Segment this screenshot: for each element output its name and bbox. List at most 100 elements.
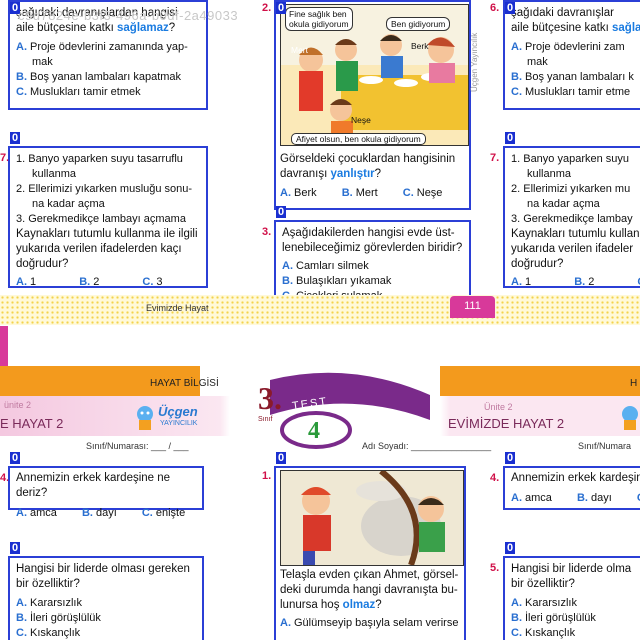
mascot-right xyxy=(616,402,640,437)
box-tag: 0 xyxy=(505,2,516,14)
question-line: Annemizin erkek kardeşine ne deriz? xyxy=(16,472,171,499)
publisher-sub: YAYINCILIK xyxy=(160,420,198,427)
box-tag: 0 xyxy=(10,452,21,464)
subject-right: H xyxy=(630,378,638,389)
title-center: EVİMİZDE HAYAT 2 xyxy=(448,416,565,431)
box-tag: 0 xyxy=(10,132,21,144)
option-row: A.amca B.dayı C. xyxy=(511,492,640,504)
publisher-logo: Üçgen YAYINCILIK xyxy=(130,402,210,434)
publisher-name: Üçgen xyxy=(158,404,198,419)
option: C. Muslukları tamir etme xyxy=(511,86,631,98)
watermark: c9d7824e-b3f3-496a-b0df-2a49033 xyxy=(18,8,239,23)
box-tag: 0 xyxy=(10,542,21,554)
unit-center: Ünite 2 xyxy=(484,402,513,412)
question-line: doğrudur? xyxy=(511,258,564,270)
option: A. Kararsızlık xyxy=(511,597,577,609)
option: B. İleri görüşlülük xyxy=(16,612,101,624)
test-badge: 3. Sınıf TEST 4 xyxy=(230,370,430,450)
box-tag: 0 xyxy=(276,452,287,464)
question-number: 6. xyxy=(490,2,500,14)
question-line: doğrudur? xyxy=(16,258,69,270)
question-line: bir özelliktir? xyxy=(16,578,80,590)
publisher-mascot-icon xyxy=(137,406,153,430)
character-name: Berk xyxy=(411,41,429,51)
question-box-bottom-left-1: Annemizin erkek kardeşine ne deriz? A. am… xyxy=(8,466,204,519)
question-box-top-right: şağıdaki davranışlar aile bütçesine katk… xyxy=(503,0,640,110)
publisher-mascot-icon xyxy=(622,406,638,430)
caption-bubble: Afiyet olsun, ben okula gidiyorum xyxy=(291,133,426,145)
option: C. Muslukları tamir etmek xyxy=(16,86,141,98)
class-number-right: Sınıf/Numara xyxy=(578,441,632,451)
question-line: Kaynakları tutumlu kullan xyxy=(511,228,640,240)
statement: na kadar açma xyxy=(32,198,105,210)
question-line: yukarıda verilen ifadelerden kaçı xyxy=(16,243,182,255)
speech-bubble: Fine sağlık ben okula gidiyorum xyxy=(285,7,353,31)
statement: 1. Banyo yaparken suyu tasarruflu xyxy=(16,153,183,165)
option: B. İleri görüşlülük xyxy=(511,612,596,624)
question-line: Görseldeki çocuklardan hangisinin xyxy=(280,153,456,165)
question-line: Hangisi bir liderde olması gereken xyxy=(16,563,190,575)
question-box-mid-right: 1. Banyo yaparken suyu kullanma 2. Eller… xyxy=(503,146,640,288)
box-tag: 0 xyxy=(505,542,516,554)
question-line: Kaynakları tutumlu kullanma ile ilgili xyxy=(16,228,198,240)
option: A. Camları silmek xyxy=(282,260,369,272)
option-row: A.1 B.2 C.3 xyxy=(16,276,163,288)
question-line: Annemizin erkek kardeşine xyxy=(511,472,640,484)
page-number-tab: 111 xyxy=(450,296,495,318)
statement: 3. Gerekmedikçe lambay xyxy=(511,213,633,225)
option-row: A.1 B.2 C.3 xyxy=(511,276,640,288)
illustration-family-table: Fine sağlık ben okula gidiyorum Ben gidi… xyxy=(280,4,469,146)
statement: kullanma xyxy=(32,168,77,180)
question-line: lunursa hoş olmaz? xyxy=(280,599,382,611)
test-number: 4 xyxy=(308,418,320,444)
question-box-bottom-right-1: Annemizin erkek kardeşine A. amca B. dayı … xyxy=(503,466,640,510)
option: A. Kararsızlık xyxy=(16,597,82,609)
question-line: Telaşla evden çıkan Ahmet, görsel- xyxy=(280,569,459,581)
option: A. Proje ödevlerini zamanında yap- xyxy=(16,41,188,53)
question-line: deki durumda hangi davranışta bu- xyxy=(280,584,458,596)
question-line: davranışı yanlıştır? xyxy=(280,168,382,180)
question-number: 2. xyxy=(262,2,272,14)
question-line: aile bütçesine katkı sağla xyxy=(511,22,640,34)
option-row: A. amca B. dayı C. enişte xyxy=(16,507,186,519)
class-number-left: Sınıf/Numarası: ___ / ___ xyxy=(86,441,189,451)
question-box-mid-left: 1. Banyo yaparken suyu tasarruflu kullan… xyxy=(8,146,208,288)
subject-left: HAYAT BİLGİSİ xyxy=(150,378,219,389)
character-name: Mert xyxy=(291,45,308,55)
question-number: 4. xyxy=(490,472,500,484)
section-title: Evimizde Hayat xyxy=(146,303,209,313)
boy-falling-illustration xyxy=(281,471,463,565)
grade-number: 3. xyxy=(258,380,282,416)
option: mak xyxy=(527,56,548,68)
option: mak xyxy=(32,56,53,68)
keyword: olmaz xyxy=(342,599,376,611)
question-number: 1. xyxy=(262,470,272,482)
question-box-bottom-left-2: Hangisi bir liderde olması gereken bir ö… xyxy=(8,556,204,640)
box-tag: 0 xyxy=(276,206,287,218)
question-line: Aşağıdakilerden hangisi evde üst- xyxy=(282,227,455,239)
keyword: yanlıştır xyxy=(330,168,375,180)
option: C. Kıskançlık xyxy=(511,627,576,639)
question-line: Hangisi bir liderde olma xyxy=(511,563,632,575)
statement: 2. Ellerimizi yıkarken musluğu sonu- xyxy=(16,183,193,195)
statement: 1. Banyo yaparken suyu xyxy=(511,153,630,165)
question-number: 3. xyxy=(262,226,272,238)
question-line: bir özelliktir? xyxy=(511,578,575,590)
header-dotted-band xyxy=(0,295,640,325)
grade-word: Sınıf xyxy=(258,416,273,423)
question-line: lenebileceğimiz görevlerden biridir? xyxy=(282,242,463,254)
statement: kullanma xyxy=(527,168,572,180)
box-tag: 0 xyxy=(505,452,516,464)
question-number: 5. xyxy=(490,562,500,574)
option-row: A. Berk B. Mert C. Neşe xyxy=(280,187,443,199)
question-line: şağıdaki davranışlar xyxy=(511,7,614,19)
speech-bubble: Ben gidiyorum xyxy=(386,17,451,31)
illustration-boy-falling xyxy=(280,470,464,566)
option: B. Boş yanan lambaları kapatmak xyxy=(16,71,182,83)
character-name: Neşe xyxy=(351,115,371,125)
question-box-top-center: Fine sağlık ben okula gidiyorum Ben gidi… xyxy=(274,0,471,210)
student-name-field: Adı Soyadı: ________________ xyxy=(362,441,492,451)
question-line: yukarıda verilen ifadeler xyxy=(511,243,634,255)
option: C. Kıskançlık xyxy=(16,627,81,639)
box-tag: 0 xyxy=(276,2,287,14)
